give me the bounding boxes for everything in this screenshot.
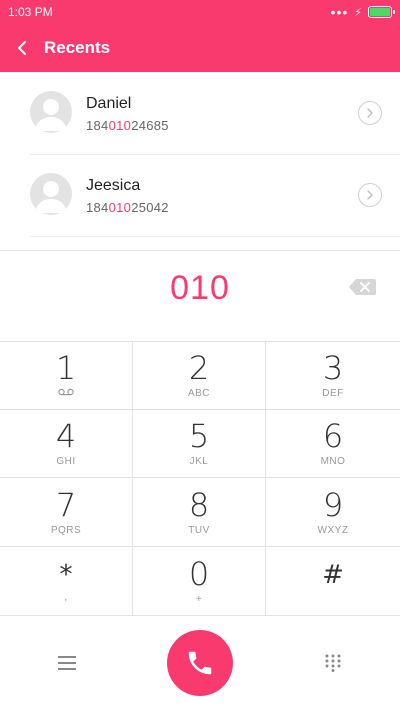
contact-row[interactable]: Jeesica 18401025042	[0, 154, 400, 236]
signal-icon: •••	[330, 4, 349, 20]
key-digit: *	[59, 560, 73, 590]
key-digit: 9	[322, 486, 344, 524]
status-time: 1:03 PM	[8, 5, 53, 19]
backspace-icon[interactable]	[349, 279, 376, 295]
number-match: 010	[108, 200, 132, 215]
dial-pad: 1 2 ABC 3 DEF 4 GHI 5 JKL 6 MNO 7 PQRS 8…	[0, 341, 400, 616]
key-1[interactable]: 1	[0, 342, 133, 410]
key-7[interactable]: 7 PQRS	[0, 479, 133, 547]
bottom-action-bar	[0, 616, 400, 711]
chevron-right-icon	[367, 190, 373, 200]
key-4[interactable]: 4 GHI	[0, 410, 133, 478]
key-hash[interactable]: #	[266, 548, 400, 616]
key-5[interactable]: 5 JKL	[133, 410, 266, 478]
keypad-toggle-button[interactable]	[318, 648, 348, 678]
key-digit: 3	[322, 349, 344, 387]
app-bar: Recents	[0, 24, 400, 72]
contact-row[interactable]: Daniel 18401024685	[0, 72, 400, 154]
menu-button[interactable]	[52, 648, 82, 678]
keypad-icon	[325, 654, 341, 672]
key-2[interactable]: 2 ABC	[133, 342, 266, 410]
key-digit: 1	[55, 349, 77, 387]
key-digit: #	[322, 560, 344, 590]
chevron-right-icon	[367, 108, 373, 118]
key-letters: +	[195, 594, 203, 605]
number-prefix: 184	[86, 200, 109, 215]
divider	[30, 236, 400, 237]
back-button[interactable]	[0, 24, 44, 72]
dialed-number[interactable]: 010	[0, 269, 400, 308]
number-suffix: 24685	[131, 118, 169, 133]
status-icons: ••• ⚡	[330, 4, 395, 20]
contact-details-button[interactable]	[358, 101, 382, 125]
avatar-placeholder-icon	[35, 181, 67, 213]
key-digit: 5	[188, 417, 210, 455]
key-digit: 2	[188, 349, 210, 387]
key-8[interactable]: 8 TUV	[133, 479, 266, 547]
key-digit: 4	[55, 417, 77, 455]
key-digit: 8	[188, 486, 210, 524]
contact-number: 18401024685	[86, 118, 169, 133]
menu-icon	[58, 656, 76, 670]
key-digit: 7	[55, 486, 77, 524]
avatar	[30, 173, 72, 215]
dial-input-row: 010	[0, 250, 400, 342]
key-letters: GHI	[56, 456, 76, 467]
key-letters: ABC	[187, 388, 211, 399]
contact-details-button[interactable]	[358, 183, 382, 207]
key-3[interactable]: 3 DEF	[266, 342, 400, 410]
number-match: 010	[108, 118, 132, 133]
key-6[interactable]: 6 MNO	[266, 410, 400, 478]
phone-icon	[188, 651, 212, 675]
number-prefix: 184	[86, 118, 109, 133]
key-digit: 0	[188, 555, 210, 593]
back-icon	[18, 41, 26, 55]
key-0[interactable]: 0 +	[133, 548, 266, 616]
key-digit: 6	[322, 417, 344, 455]
key-letters: TUV	[188, 525, 210, 536]
number-suffix: 25042	[131, 200, 169, 215]
key-letters: DEF	[322, 388, 344, 399]
avatar-placeholder-icon	[35, 99, 67, 131]
contact-name: Daniel	[86, 95, 132, 112]
key-star[interactable]: * ,	[0, 548, 133, 616]
battery-icon	[368, 6, 395, 18]
charging-icon: ⚡	[354, 6, 362, 19]
status-bar: 1:03 PM ••• ⚡	[0, 0, 400, 24]
contact-name: Jeesica	[86, 177, 141, 194]
key-letters: MNO	[320, 456, 346, 467]
voicemail-icon	[58, 388, 74, 396]
key-9[interactable]: 9 WXYZ	[266, 479, 400, 547]
key-letters: WXYZ	[317, 525, 349, 536]
call-button[interactable]	[167, 630, 233, 696]
key-letters: JKL	[189, 456, 209, 467]
avatar	[30, 91, 72, 133]
page-title: Recents	[44, 38, 111, 57]
contact-number: 18401025042	[86, 200, 169, 215]
key-letters: ,	[64, 592, 68, 603]
key-letters: PQRS	[50, 525, 82, 536]
